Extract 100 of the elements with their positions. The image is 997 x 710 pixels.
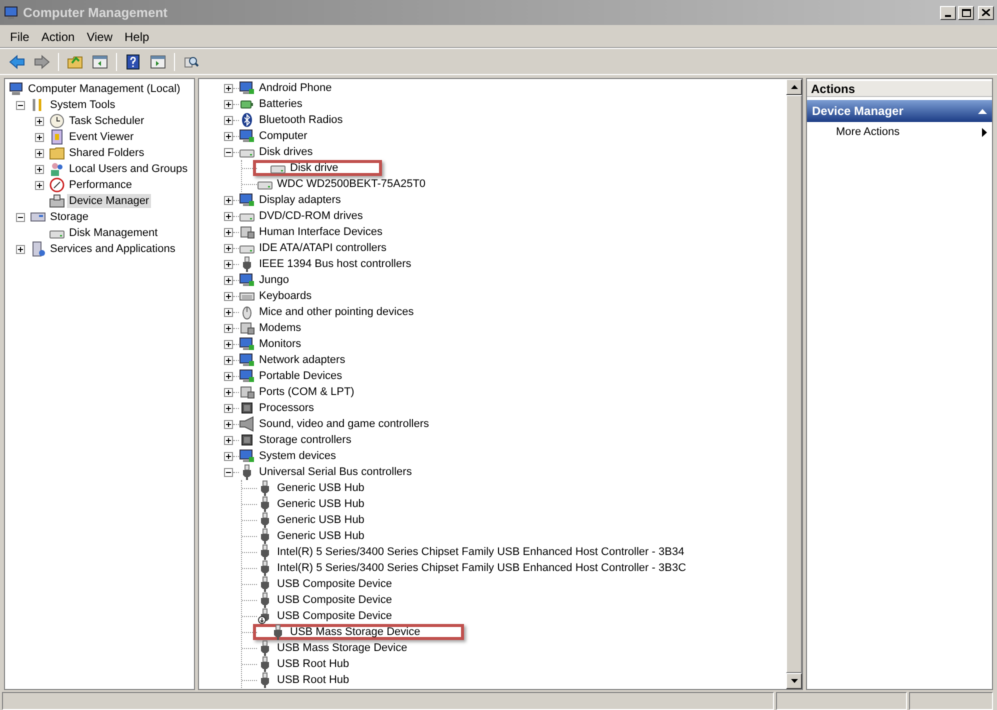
tree-item[interactable]: Device Manager — [67, 194, 152, 208]
menu-item[interactable]: File — [4, 28, 36, 46]
menu-item[interactable]: Help — [118, 28, 156, 46]
device-category[interactable]: Modems — [258, 321, 302, 335]
collapse-button[interactable] — [224, 468, 233, 476]
expand-button[interactable] — [35, 180, 44, 190]
tree-item[interactable]: Disk Management — [67, 226, 160, 240]
expand-button[interactable] — [224, 212, 233, 220]
monitor-icon — [239, 272, 255, 288]
expand-button[interactable] — [224, 132, 233, 140]
device-category[interactable]: Display adapters — [258, 193, 342, 207]
collapse-button[interactable] — [224, 148, 233, 156]
device-item[interactable]: USB Composite Device — [276, 577, 393, 591]
plus-icon — [37, 182, 42, 188]
device-category[interactable]: Disk drives — [258, 145, 314, 159]
device-category[interactable]: Ports (COM & LPT) — [258, 385, 356, 399]
expand-button[interactable] — [224, 276, 233, 284]
expand-button[interactable] — [224, 404, 233, 412]
device-item[interactable]: USB Composite Device — [276, 609, 393, 623]
device-item[interactable]: USB Root Hub — [276, 673, 350, 687]
tree-item[interactable]: Local Users and Groups — [67, 162, 190, 176]
device-category[interactable]: IDE ATA/ATAPI controllers — [258, 241, 388, 255]
device-item[interactable]: WDC WD2500BEKT-75A25T0 — [276, 177, 427, 191]
expand-button[interactable] — [224, 100, 233, 108]
action-link[interactable]: More Actions — [807, 122, 992, 142]
device-item[interactable]: Disk drive — [289, 161, 340, 175]
tree-item[interactable]: Services and Applications — [48, 242, 178, 256]
expand-button[interactable] — [35, 116, 44, 126]
minimize-button[interactable] — [940, 6, 956, 20]
monitor-icon — [239, 368, 255, 384]
tree-item[interactable]: Performance — [67, 178, 134, 192]
device-item[interactable]: Generic USB Hub — [276, 529, 366, 543]
plus-icon — [226, 214, 231, 218]
forward-arrow-icon — [34, 54, 50, 70]
device-item[interactable]: Intel(R) 5 Series/3400 Series Chipset Family USB Enhanced Host Controller - 3B3C — [276, 561, 688, 575]
expand-button[interactable] — [35, 164, 44, 174]
device-category[interactable]: Universal Serial Bus controllers — [258, 465, 413, 479]
device-item[interactable]: Generic USB Hub — [276, 513, 366, 527]
bluetooth-icon — [239, 112, 255, 128]
device-item[interactable]: Intel(R) 5 Series/3400 Series Chipset Family USB Enhanced Host Controller - 3B34 — [276, 545, 686, 559]
expand-button[interactable] — [224, 292, 233, 300]
device-category[interactable]: Sound, video and game controllers — [258, 417, 430, 431]
computer-icon — [8, 81, 24, 97]
device-category[interactable]: Network adapters — [258, 353, 346, 367]
log-icon — [49, 129, 65, 145]
scroll-up-button[interactable] — [786, 79, 802, 95]
device-item[interactable]: Generic USB Hub — [276, 481, 366, 495]
maximize-button[interactable] — [958, 6, 974, 20]
expand-button[interactable] — [224, 340, 233, 348]
device-category[interactable]: Bluetooth Radios — [258, 113, 344, 127]
collapse-button[interactable] — [16, 100, 25, 110]
expand-button[interactable] — [224, 420, 233, 428]
device-category[interactable]: IEEE 1394 Bus host controllers — [258, 257, 412, 271]
expand-button[interactable] — [224, 436, 233, 444]
close-button[interactable] — [978, 6, 994, 20]
expand-button[interactable] — [35, 148, 44, 158]
device-category[interactable]: Android Phone — [258, 81, 333, 95]
collapse-button[interactable] — [16, 212, 25, 222]
expand-button[interactable] — [224, 356, 233, 364]
expand-button[interactable] — [224, 244, 233, 252]
expand-button[interactable] — [224, 308, 233, 316]
tree-item[interactable]: Task Scheduler — [67, 114, 146, 128]
expand-button[interactable] — [224, 116, 233, 124]
expand-button[interactable] — [35, 132, 44, 142]
expand-button[interactable] — [224, 260, 233, 268]
expand-button[interactable] — [224, 84, 233, 92]
tree-item[interactable]: Event Viewer — [67, 130, 136, 144]
section-header[interactable]: Device Manager — [807, 100, 992, 122]
device-category[interactable]: Human Interface Devices — [258, 225, 384, 239]
expand-button[interactable] — [224, 228, 233, 236]
device-category[interactable]: System devices — [258, 449, 338, 463]
tree-item[interactable]: Computer Management (Local) — [26, 82, 182, 96]
device-category[interactable]: Monitors — [258, 337, 302, 351]
device-category[interactable]: Processors — [258, 401, 316, 415]
device-item[interactable]: Generic USB Hub — [276, 497, 366, 511]
device-category[interactable]: Jungo — [258, 273, 290, 287]
device-item[interactable]: USB Mass Storage Device — [289, 625, 422, 639]
device-item[interactable]: USB Root Hub — [276, 657, 350, 671]
device-item[interactable]: USB Mass Storage Device — [276, 641, 408, 655]
scroll-down-button[interactable] — [786, 673, 802, 689]
device-item[interactable]: USB Composite Device — [276, 593, 393, 607]
expand-button[interactable] — [224, 324, 233, 332]
expand-button[interactable] — [16, 244, 25, 254]
device-category[interactable]: Portable Devices — [258, 369, 344, 383]
device-category[interactable]: Computer — [258, 129, 308, 143]
expand-button[interactable] — [224, 388, 233, 396]
gauge-icon — [49, 177, 65, 193]
tree-item[interactable]: System Tools — [48, 98, 118, 112]
device-category[interactable]: DVD/CD-ROM drives — [258, 209, 364, 223]
menu-item[interactable]: Action — [35, 28, 81, 46]
device-category[interactable]: Mice and other pointing devices — [258, 305, 415, 319]
expand-button[interactable] — [224, 372, 233, 380]
menu-item[interactable]: View — [80, 28, 118, 46]
expand-button[interactable] — [224, 452, 233, 460]
expand-button[interactable] — [224, 196, 233, 204]
tree-item[interactable]: Shared Folders — [67, 146, 146, 160]
device-category[interactable]: Batteries — [258, 97, 304, 111]
device-category[interactable]: Storage controllers — [258, 433, 352, 447]
device-category[interactable]: Keyboards — [258, 289, 313, 303]
tree-item[interactable]: Storage — [48, 210, 91, 224]
